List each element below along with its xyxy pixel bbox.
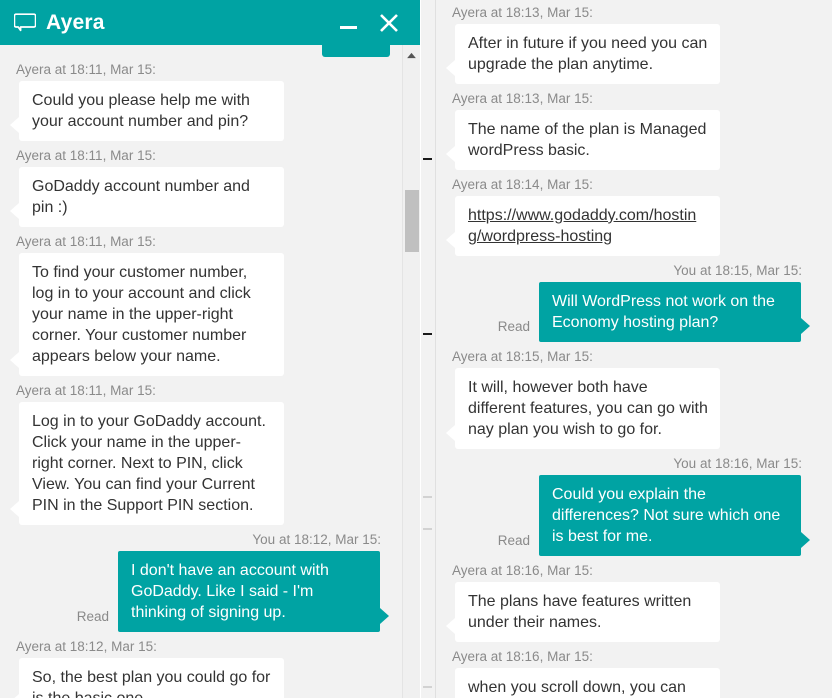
outgoing-message: You at 18:12, Mar 15: Read I don't have an… xyxy=(0,527,403,632)
message-row: After in future if you need you can upgr… xyxy=(446,24,810,84)
message-bubble: Could you explain the differences? Not s… xyxy=(539,475,810,556)
message-bubble: The name of the plan is Managed wordPres… xyxy=(446,110,720,170)
scrollbar-thumb[interactable] xyxy=(405,190,419,252)
incoming-message: Ayera at 18:11, Mar 15: GoDaddy account n… xyxy=(0,143,403,227)
panel-divider-strip[interactable] xyxy=(421,0,436,698)
chat-window-right: Ayera at 18:13, Mar 15: After in future i… xyxy=(436,0,832,698)
incoming-message: Ayera at 18:11, Mar 15: To find your cust… xyxy=(0,229,403,376)
titlebar-identity: Ayera xyxy=(13,10,336,35)
message-timestamp: Ayera at 18:16, Mar 15: xyxy=(452,649,593,664)
divider-tick xyxy=(423,158,432,160)
incoming-message: Ayera at 18:11, Mar 15: Log in to your Go… xyxy=(0,378,403,525)
chat-window-left: Ayera Ayera at 18:11, Mar 15: Could you p… xyxy=(0,0,420,698)
message-bubble: Could you please help me with your accou… xyxy=(10,81,284,141)
message-row: It will, however both have different fea… xyxy=(446,368,810,449)
message-bubble: GoDaddy account number and pin :) xyxy=(10,167,284,227)
message-timestamp: Ayera at 18:11, Mar 15: xyxy=(16,234,156,249)
incoming-message: Ayera at 18:16, Mar 15: The plans have fe… xyxy=(436,558,824,642)
message-row: To find your customer number, log in to … xyxy=(10,253,389,376)
message-row: Read Will WordPress not work on the Econo… xyxy=(446,282,810,342)
read-receipt-label: Read xyxy=(497,319,530,334)
incoming-message: Ayera at 18:14, Mar 15: https://www.godad… xyxy=(436,172,824,256)
message-bubble: I don't have an account with GoDaddy. Li… xyxy=(118,551,389,632)
message-row: Could you please help me with your accou… xyxy=(10,81,389,141)
message-timestamp: Ayera at 18:13, Mar 15: xyxy=(452,91,593,106)
message-list-right: Ayera at 18:13, Mar 15: After in future i… xyxy=(436,0,824,698)
window-controls xyxy=(336,10,410,36)
message-bubble: when you scroll down, you can compare th… xyxy=(455,668,720,698)
incoming-message: Ayera at 18:11, Mar 15: Could you please … xyxy=(0,57,403,141)
message-row: https://www.godaddy.com/hosting/wordpres… xyxy=(446,196,810,256)
message-bubble: After in future if you need you can upgr… xyxy=(446,24,720,84)
chat-window-titlebar: Ayera xyxy=(0,0,420,45)
message-bubble: https://www.godaddy.com/hosting/wordpres… xyxy=(446,196,720,256)
divider-tick xyxy=(423,333,432,335)
message-timestamp: Ayera at 18:13, Mar 15: xyxy=(452,5,593,20)
message-row: The name of the plan is Managed wordPres… xyxy=(446,110,810,170)
message-bubble: So, the best plan you could go for is th… xyxy=(10,658,284,698)
chat-application: Ayera Ayera at 18:11, Mar 15: Could you p… xyxy=(0,0,832,698)
message-row: Read Could you explain the differences? N… xyxy=(446,475,810,556)
message-timestamp: Ayera at 18:11, Mar 15: xyxy=(16,383,156,398)
message-row: Read I don't have an account with GoDaddy… xyxy=(10,551,389,632)
message-timestamp: Ayera at 18:15, Mar 15: xyxy=(452,349,593,364)
message-row: So, the best plan you could go for is th… xyxy=(10,658,389,698)
message-timestamp: You at 18:16, Mar 15: xyxy=(673,456,802,471)
chat-window-title: Ayera xyxy=(46,10,105,34)
incoming-message: Ayera at 18:13, Mar 15: The name of the p… xyxy=(436,86,824,170)
message-row: The plans have features written under th… xyxy=(446,582,810,642)
message-link[interactable]: https://www.godaddy.com/hosting/wordpres… xyxy=(468,207,696,245)
divider-tick xyxy=(423,686,432,688)
message-timestamp: Ayera at 18:14, Mar 15: xyxy=(452,177,593,192)
incoming-message: Ayera at 18:15, Mar 15: It will, however … xyxy=(436,344,824,449)
message-bubble: The plans have features written under th… xyxy=(446,582,720,642)
message-row: Log in to your GoDaddy account. Click yo… xyxy=(10,402,389,525)
caret-up-icon[interactable] xyxy=(403,47,420,64)
message-bubble: Will WordPress not work on the Economy h… xyxy=(539,282,810,342)
divider-tick xyxy=(423,528,432,530)
message-bubble: Log in to your GoDaddy account. Click yo… xyxy=(10,402,284,525)
message-row: when you scroll down, you can compare th… xyxy=(446,668,810,698)
message-row: GoDaddy account number and pin :) xyxy=(10,167,389,227)
minimize-button[interactable] xyxy=(336,10,362,36)
divider-tick xyxy=(423,496,432,498)
message-timestamp: Ayera at 18:11, Mar 15: xyxy=(16,62,156,77)
message-timestamp: You at 18:15, Mar 15: xyxy=(673,263,802,278)
message-bubble: It will, however both have different fea… xyxy=(446,368,720,449)
message-timestamp: You at 18:12, Mar 15: xyxy=(252,532,381,547)
clipped-message-bubble xyxy=(322,45,390,57)
incoming-message: Ayera at 18:13, Mar 15: After in future i… xyxy=(436,0,824,84)
close-button[interactable] xyxy=(376,10,402,36)
read-receipt-label: Read xyxy=(76,609,109,624)
message-bubble: To find your customer number, log in to … xyxy=(10,253,284,376)
outgoing-message: You at 18:16, Mar 15: Read Could you expla… xyxy=(436,451,824,556)
message-list-left: Ayera at 18:11, Mar 15: Could you please … xyxy=(0,57,403,698)
left-panel-scrollbar[interactable] xyxy=(402,45,420,698)
outgoing-message: You at 18:15, Mar 15: Read Will WordPress … xyxy=(436,258,824,342)
read-receipt-label: Read xyxy=(497,533,530,548)
incoming-message: Ayera at 18:12, Mar 15: So, the best plan… xyxy=(0,634,403,698)
chat-bubble-icon xyxy=(13,13,37,32)
message-timestamp: Ayera at 18:16, Mar 15: xyxy=(452,563,593,578)
message-timestamp: Ayera at 18:11, Mar 15: xyxy=(16,148,156,163)
incoming-message: Ayera at 18:16, Mar 15: when you scroll d… xyxy=(436,644,824,698)
message-timestamp: Ayera at 18:12, Mar 15: xyxy=(16,639,157,654)
